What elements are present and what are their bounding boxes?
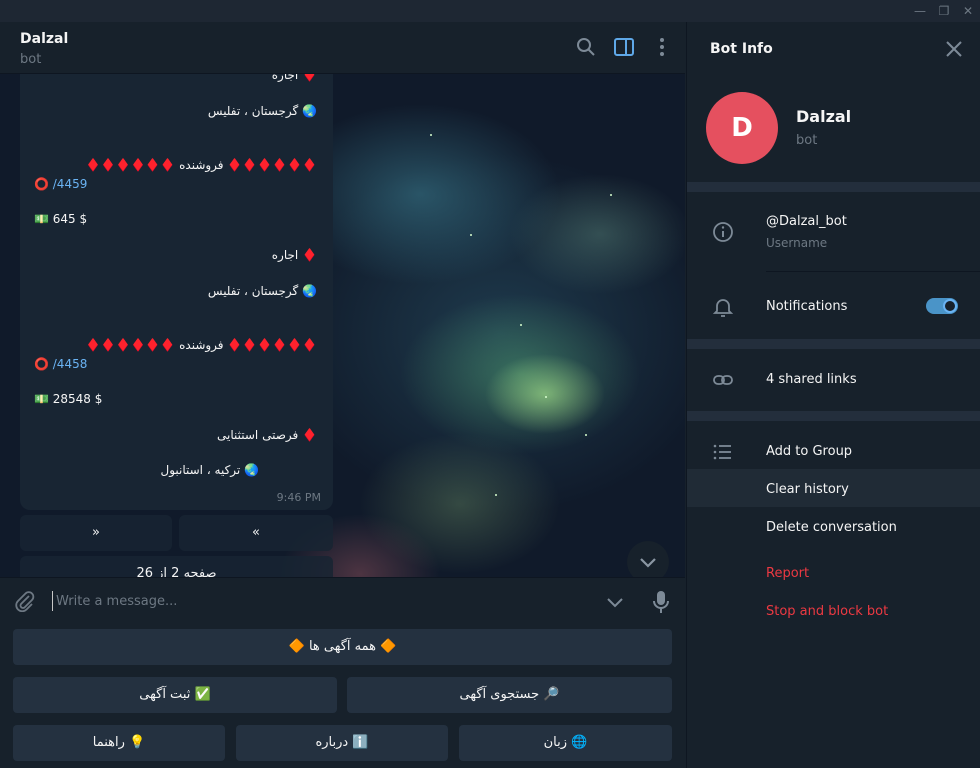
list-icon xyxy=(713,444,731,460)
link-icon xyxy=(713,375,733,385)
section-separator xyxy=(687,411,980,421)
bot-name: Dalzal xyxy=(796,107,852,126)
message-line: 💵 28548 $ xyxy=(34,392,103,406)
message-bubble[interactable]: ♦️ اجاره 🌏 گرجستان ، تفلیس ♦️♦️♦️♦️♦️♦️ … xyxy=(20,74,333,510)
chat-status: bot xyxy=(20,52,42,67)
close-icon[interactable] xyxy=(943,38,965,60)
section-separator xyxy=(687,182,980,192)
more-options-icon[interactable] xyxy=(651,36,673,58)
background-star xyxy=(430,134,432,136)
background-star xyxy=(470,234,472,236)
chat-header[interactable]: Dalzal bot xyxy=(0,22,685,74)
message-line: ♦️ اجاره xyxy=(271,74,317,82)
avatar[interactable]: D xyxy=(706,92,778,164)
stop-block-item[interactable]: Stop and block bot xyxy=(766,604,888,619)
microphone-icon[interactable] xyxy=(650,589,672,615)
close-window-button[interactable]: ✕ xyxy=(958,3,978,19)
message-line: 🌏 گرجستان ، تفلیس xyxy=(207,104,317,118)
add-to-group-item[interactable]: Add to Group xyxy=(766,444,852,459)
section-separator xyxy=(687,339,980,349)
message-line: ⭕ /4458 xyxy=(34,357,88,371)
info-panel-title: Bot Info xyxy=(710,41,773,57)
window-titlebar: — ❐ ✕ xyxy=(0,0,980,22)
search-ad-button[interactable]: 🔎 جستجوی آگهی xyxy=(347,677,672,713)
message-line: 🌏 ترکیه ، استانبول xyxy=(160,463,259,477)
username-value[interactable]: @Dalzal_bot xyxy=(766,214,847,229)
notifications-toggle[interactable] xyxy=(926,298,958,314)
submit-ad-button[interactable]: ✅ ثبت آگهی xyxy=(13,677,337,713)
background-star xyxy=(520,324,522,326)
chat-background: ♦️ اجاره 🌏 گرجستان ، تفلیس ♦️♦️♦️♦️♦️♦️ … xyxy=(0,74,685,577)
message-line: ♦️♦️♦️♦️♦️♦️ فروشنده ♦️♦️♦️♦️♦️♦️ xyxy=(85,158,317,172)
divider xyxy=(766,271,980,272)
bell-icon xyxy=(712,299,734,317)
reply-keyboard: 🔶 همه آگهی ها 🔶 ✅ ثبت آگهی 🔎 جستجوی آگهی… xyxy=(0,623,685,768)
background-star xyxy=(610,194,612,196)
search-icon[interactable] xyxy=(575,36,597,58)
chat-title: Dalzal xyxy=(20,31,69,47)
keyboard-toggle-icon[interactable] xyxy=(604,591,626,613)
scroll-down-button[interactable] xyxy=(627,541,669,577)
language-button[interactable]: 🌐 زبان xyxy=(459,725,672,761)
message-line: ♦️ اجاره xyxy=(271,248,317,262)
ad-link[interactable]: /4459 xyxy=(53,177,88,191)
message-input[interactable] xyxy=(52,591,572,611)
message-composer xyxy=(0,577,685,623)
notifications-label: Notifications xyxy=(766,299,848,314)
delete-conversation-item[interactable]: Delete conversation xyxy=(766,520,897,535)
about-button[interactable]: ℹ️ درباره xyxy=(236,725,448,761)
shared-links-item[interactable]: 4 shared links xyxy=(766,372,857,387)
minimize-button[interactable]: — xyxy=(910,3,930,19)
inline-next-button[interactable]: » xyxy=(20,515,172,551)
username-label: Username xyxy=(766,236,828,250)
bot-info-panel: Bot Info D Dalzal bot @Dalzal_bot Userna… xyxy=(686,22,980,768)
all-ads-button[interactable]: 🔶 همه آگهی ها 🔶 xyxy=(13,629,672,665)
inline-prev-button[interactable]: « xyxy=(179,515,333,551)
guide-button[interactable]: 💡 راهنما xyxy=(13,725,225,761)
background-star xyxy=(585,434,587,436)
chat-panel: Dalzal bot ♦️ اجاره 🌏 گرجستان ، تفلیس ♦️… xyxy=(0,22,685,768)
background-star xyxy=(545,396,547,398)
message-line: ⭕ /4459 xyxy=(34,177,88,191)
chevron-down-icon xyxy=(640,558,656,568)
maximize-button[interactable]: ❐ xyxy=(934,3,954,19)
ad-link[interactable]: /4458 xyxy=(53,357,88,371)
message-time: 9:46 PM xyxy=(276,491,321,504)
message-line: ♦️ فرصتی استثنایی xyxy=(217,428,317,442)
clear-history-item[interactable]: Clear history xyxy=(766,482,849,497)
message-line: 💵 645 $ xyxy=(34,212,88,226)
report-item[interactable]: Report xyxy=(766,566,809,581)
toggle-knob xyxy=(943,299,957,313)
bot-subtitle: bot xyxy=(796,133,818,148)
message-line: 🌏 گرجستان ، تفلیس xyxy=(207,284,317,298)
background-star xyxy=(495,494,497,496)
attach-icon[interactable] xyxy=(14,590,36,612)
info-icon xyxy=(713,222,733,242)
sidebar-toggle-icon[interactable] xyxy=(613,36,635,58)
message-line: ♦️♦️♦️♦️♦️♦️ فروشنده ♦️♦️♦️♦️♦️♦️ xyxy=(85,338,317,352)
inline-page-button[interactable]: صفحه 2 از 26 xyxy=(20,556,333,577)
